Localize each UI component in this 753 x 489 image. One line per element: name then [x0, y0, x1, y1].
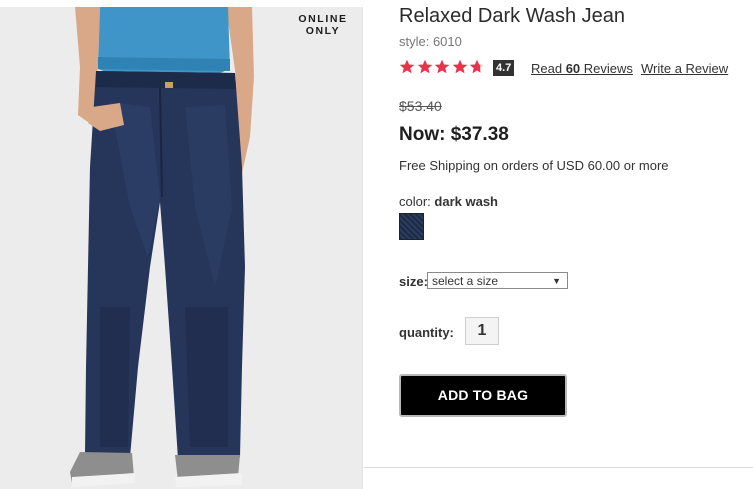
size-select-value: select a size: [432, 274, 499, 288]
style-number: style: 6010: [399, 34, 462, 49]
color-label: color: dark wash: [399, 194, 498, 209]
star-rating[interactable]: [399, 59, 487, 77]
dropdown-arrow-icon: ▼: [552, 276, 561, 286]
star-icon: [417, 59, 432, 74]
size-label: size:: [399, 274, 428, 289]
online-only-line1: ONLINE: [298, 13, 348, 25]
reviews-prefix: Read: [531, 61, 566, 76]
original-price: $53.40: [399, 98, 442, 114]
product-image[interactable]: ONLINE ONLY: [0, 7, 363, 489]
section-divider: [364, 467, 753, 468]
sale-price: Now: $37.38: [399, 124, 509, 145]
online-only-badge: ONLINE ONLY: [295, 13, 351, 37]
rating-badge: 4.7: [493, 60, 515, 76]
color-label-text: color:: [399, 194, 435, 209]
size-select[interactable]: select a size ▼: [427, 272, 568, 289]
rating-row: 4.7 Read 60 Reviews Write a Review: [399, 58, 753, 78]
reviews-suffix: Reviews: [580, 61, 633, 76]
product-details: Relaxed Dark Wash Jean style: 6010 4.7 R…: [399, 0, 753, 489]
online-only-line2: ONLY: [305, 25, 341, 37]
star-icon: [434, 59, 450, 74]
star-icon: [452, 59, 467, 74]
star-icon: [470, 59, 485, 74]
quantity-input[interactable]: 1: [465, 317, 499, 345]
write-review-link[interactable]: Write a Review: [641, 61, 728, 76]
jeans-photo: [0, 7, 363, 489]
quantity-label: quantity:: [399, 325, 454, 340]
product-title: Relaxed Dark Wash Jean: [399, 5, 626, 27]
star-icon: [399, 59, 415, 74]
read-reviews-link[interactable]: Read 60 Reviews: [531, 61, 633, 76]
color-value: dark wash: [434, 194, 498, 209]
shipping-info: Free Shipping on orders of USD 60.00 or …: [399, 158, 669, 173]
color-swatch-dark-wash[interactable]: [399, 213, 424, 240]
add-to-bag-button[interactable]: ADD TO BAG: [399, 374, 567, 417]
reviews-count: 60: [565, 61, 581, 76]
